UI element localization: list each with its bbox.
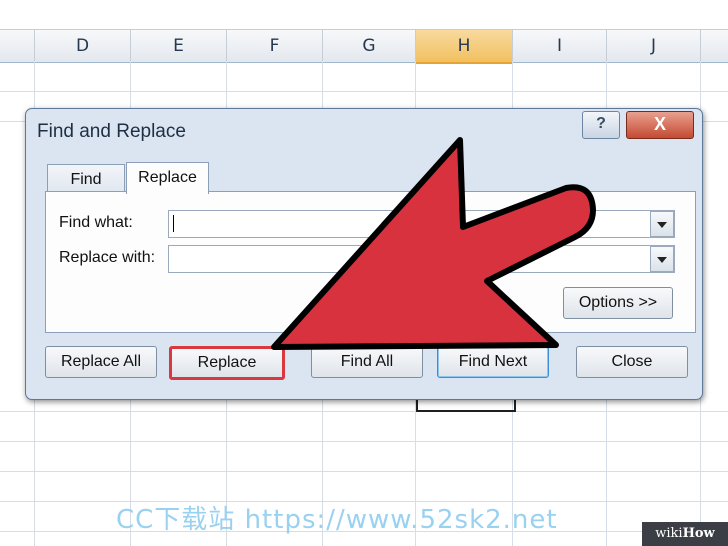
annotation-arrow-icon: [271, 137, 596, 350]
wikihow-logo-suffix: How: [682, 526, 715, 541]
annotation-arrow-shape: [271, 137, 596, 350]
wikihow-logo: wikiHow: [642, 522, 728, 546]
tab-replace[interactable]: Replace: [126, 162, 209, 194]
wikihow-logo-prefix: wiki: [655, 526, 683, 541]
watermark-text: CC下载站 https://www.52sk2.net: [116, 505, 558, 535]
